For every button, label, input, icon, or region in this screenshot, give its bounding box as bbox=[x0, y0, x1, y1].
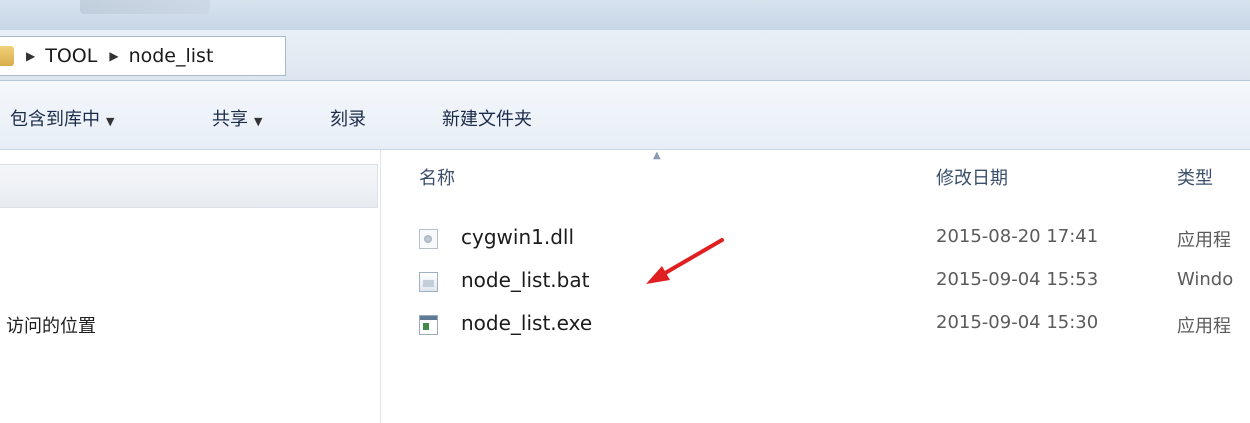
breadcrumb-separator-icon[interactable]: ▶ bbox=[109, 49, 118, 63]
file-list: ▲ 名称 修改日期 类型 cygwin1.dll 2015-08-20 17:4… bbox=[381, 150, 1250, 423]
share-label: 共享 bbox=[212, 109, 248, 130]
column-header-modified[interactable]: 修改日期 bbox=[936, 164, 1008, 190]
file-name[interactable]: node_list.exe bbox=[461, 311, 592, 335]
file-type: Windo bbox=[1177, 269, 1234, 290]
include-in-library-button[interactable]: 包含到库中 ▼ bbox=[10, 105, 114, 131]
window-title-bar bbox=[0, 0, 1250, 30]
breadcrumb-separator-icon[interactable]: ▶ bbox=[26, 49, 35, 63]
file-modified-date: 2015-08-20 17:41 bbox=[936, 226, 1099, 247]
folder-icon bbox=[0, 46, 14, 66]
breadcrumb-tool[interactable]: TOOL bbox=[45, 45, 97, 67]
file-modified-date: 2015-09-04 15:30 bbox=[936, 312, 1099, 333]
chevron-down-icon: ▼ bbox=[254, 115, 263, 128]
bat-file-icon bbox=[419, 272, 438, 292]
new-folder-button[interactable]: 新建文件夹 bbox=[442, 105, 532, 131]
sort-indicator-icon: ▲ bbox=[653, 150, 661, 161]
include-in-library-label: 包含到库中 bbox=[10, 109, 100, 130]
file-modified-date: 2015-09-04 15:53 bbox=[936, 269, 1099, 290]
nav-item-recent-places[interactable]: 访问的位置 bbox=[6, 312, 96, 338]
nav-pane-header[interactable] bbox=[0, 164, 378, 208]
exe-file-icon bbox=[419, 315, 438, 335]
red-arrow-annotation-icon bbox=[646, 238, 724, 284]
burn-button[interactable]: 刻录 bbox=[330, 105, 366, 131]
file-type: 应用程 bbox=[1177, 230, 1231, 251]
navigation-pane: 访问的位置 bbox=[0, 150, 381, 423]
address-bar: ▶ TOOL ▶ node_list bbox=[0, 30, 1250, 81]
column-header-name[interactable]: 名称 bbox=[419, 164, 455, 190]
file-row[interactable]: node_list.exe 2015-09-04 15:30 应用程 bbox=[381, 310, 1250, 340]
file-name[interactable]: cygwin1.dll bbox=[461, 225, 574, 249]
file-type: 应用程 bbox=[1177, 316, 1231, 337]
breadcrumb[interactable]: ▶ TOOL ▶ node_list bbox=[0, 36, 286, 76]
breadcrumb-node-list[interactable]: node_list bbox=[129, 45, 214, 67]
file-name[interactable]: node_list.bat bbox=[461, 268, 589, 292]
column-header-type[interactable]: 类型 bbox=[1177, 164, 1213, 190]
command-toolbar: 包含到库中 ▼ 共享 ▼ 刻录 新建文件夹 bbox=[0, 81, 1250, 150]
window-title-blur bbox=[80, 0, 210, 14]
arrow-shaft bbox=[658, 238, 724, 278]
chevron-down-icon: ▼ bbox=[106, 115, 115, 128]
share-button[interactable]: 共享 ▼ bbox=[212, 105, 262, 131]
file-row[interactable]: cygwin1.dll 2015-08-20 17:41 应用程 bbox=[381, 224, 1250, 254]
dll-file-icon bbox=[419, 229, 438, 249]
arrow-head bbox=[646, 266, 670, 284]
file-row[interactable]: node_list.bat 2015-09-04 15:53 Windo bbox=[381, 267, 1250, 297]
